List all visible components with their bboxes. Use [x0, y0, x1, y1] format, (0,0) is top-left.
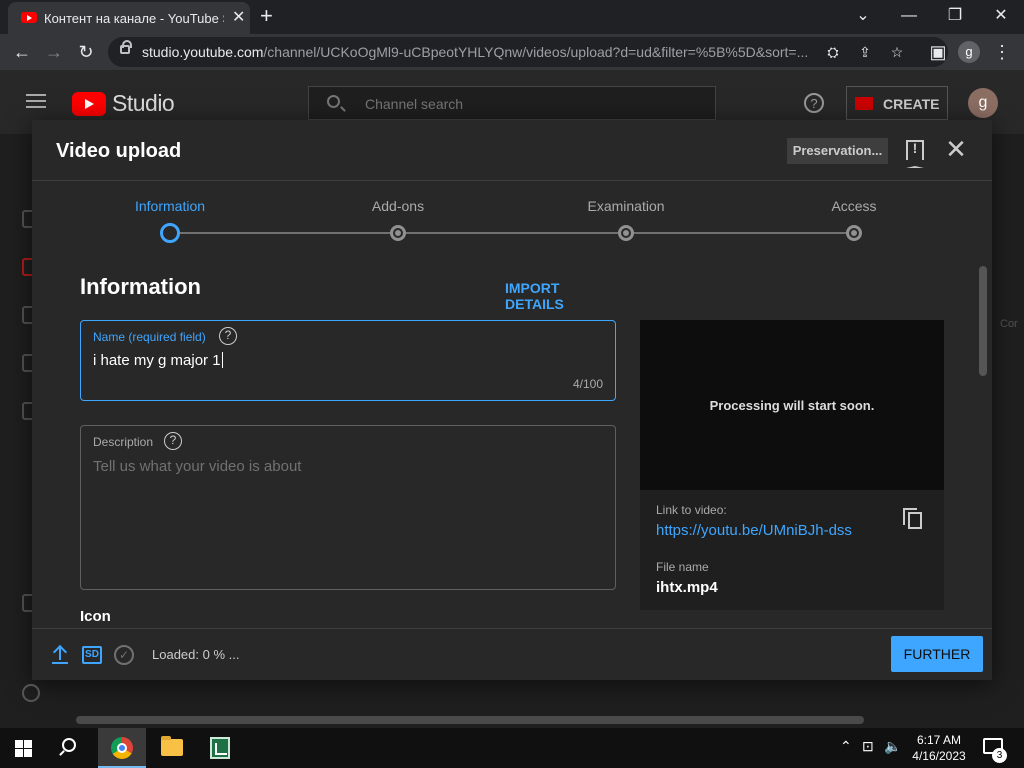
title-char-counter: 4/100	[572, 377, 603, 391]
video-preview-panel: Processing will start soon. Link to vide…	[640, 320, 944, 610]
close-dialog-icon[interactable]: ✕	[944, 136, 968, 164]
chrome-icon	[111, 737, 133, 759]
notification-count: 3	[992, 748, 1007, 763]
translate-icon[interactable]: ⛭	[822, 41, 844, 63]
report-feedback-icon[interactable]	[906, 140, 924, 168]
description-field[interactable]: Description ? Tell us what your video is…	[80, 425, 616, 590]
video-preview: Processing will start soon.	[640, 320, 944, 490]
browser-tab-strip: Контент на канале - YouTube Studio ✕ + ⌄…	[0, 0, 1024, 34]
create-video-icon	[855, 97, 873, 110]
account-avatar[interactable]: g	[968, 88, 998, 118]
video-link[interactable]: https://youtu.be/UMniBJh-dss	[656, 522, 852, 539]
text-caret	[221, 352, 223, 368]
folder-icon	[161, 736, 183, 756]
back-arrow-icon[interactable]: ←	[10, 40, 34, 64]
bookmark-star-icon[interactable]: ☆	[886, 41, 908, 63]
sidebar-feedback-icon[interactable]	[22, 684, 40, 702]
windows-start-icon[interactable]	[15, 740, 32, 757]
sd-quality-icon: SD	[82, 646, 102, 664]
step-examination-label[interactable]: Examination	[587, 198, 664, 214]
stepper-line	[170, 232, 854, 234]
upload-base-icon	[52, 662, 68, 664]
minimize-icon[interactable]: —	[886, 4, 932, 30]
step-addons-dot[interactable]	[390, 225, 406, 241]
file-name-label: File name	[656, 560, 709, 574]
thumbnail-section-heading: Icon	[80, 608, 111, 625]
tab-title: Контент на канале - YouTube Studio	[44, 11, 224, 26]
create-button[interactable]: CREATE	[846, 86, 948, 120]
channel-search-input[interactable]: Channel search	[308, 86, 716, 120]
title-field-label: Name (required field)	[93, 330, 206, 344]
volume-icon[interactable]: 🔈	[884, 738, 901, 755]
search-placeholder: Channel search	[365, 96, 464, 112]
hamburger-menu-icon[interactable]	[26, 94, 46, 108]
share-icon[interactable]: ⇪	[854, 41, 876, 63]
url-text: studio.youtube.com/channel/UCKoOgMl9-uCB…	[142, 44, 809, 60]
title-field-value[interactable]: i hate my g major 1	[93, 352, 223, 369]
horizontal-scrollbar[interactable]	[76, 716, 864, 724]
spreadsheet-icon	[210, 737, 230, 759]
step-access-label[interactable]: Access	[831, 198, 876, 214]
step-addons-label[interactable]: Add-ons	[372, 198, 424, 214]
address-bar[interactable]: studio.youtube.com/channel/UCKoOgMl9-uCB…	[108, 37, 948, 67]
help-icon[interactable]: ?	[804, 93, 824, 113]
upload-stepper: Information Add-ons Examination Access	[32, 182, 992, 258]
upload-progress-text: Loaded: 0 % ...	[152, 647, 240, 662]
file-name-value: ihtx.mp4	[656, 579, 718, 596]
taskbar-search-icon[interactable]	[62, 738, 76, 752]
tab-close-icon[interactable]: ✕	[232, 10, 245, 26]
title-help-icon[interactable]: ?	[219, 327, 237, 345]
step-information-label[interactable]: Information	[135, 198, 205, 214]
side-panel-icon[interactable]: ▣	[926, 40, 950, 64]
checks-complete-icon: ✓	[114, 645, 134, 665]
youtube-favicon-icon	[21, 12, 37, 23]
description-field-label: Description	[93, 435, 154, 449]
description-placeholder: Tell us what your video is about	[93, 458, 302, 475]
window-close-icon[interactable]: ✕	[978, 4, 1024, 30]
dialog-header: Video upload Preservation... ✕	[32, 120, 992, 181]
new-tab-icon[interactable]: +	[260, 5, 273, 27]
tray-chevron-icon[interactable]: ⌃	[840, 738, 852, 755]
lock-icon	[120, 40, 132, 54]
search-icon	[327, 95, 340, 108]
forward-arrow-icon[interactable]: →	[42, 40, 66, 64]
taskbar-file-explorer[interactable]	[148, 728, 196, 768]
description-help-icon[interactable]: ?	[164, 432, 182, 450]
title-field[interactable]: Name (required field) ? i hate my g majo…	[80, 320, 616, 401]
studio-logo-text: Studio	[112, 90, 175, 116]
video-upload-dialog: Video upload Preservation... ✕ Informati…	[32, 120, 992, 680]
dialog-title: Video upload	[56, 140, 182, 162]
video-link-label: Link to video:	[656, 503, 727, 517]
taskbar-spreadsheet-app[interactable]	[196, 728, 244, 768]
step-information-dot[interactable]	[160, 223, 180, 243]
background-column-text: Cor	[1000, 318, 1018, 330]
browser-toolbar: ← → ↻ studio.youtube.com/channel/UCKoOgM…	[0, 34, 1024, 70]
save-draft-button[interactable]: Preservation...	[787, 138, 888, 164]
browser-menu-icon[interactable]: ⋮	[990, 40, 1014, 64]
next-button[interactable]: FURTHER	[891, 636, 983, 672]
details-form: Information IMPORT DETAILS Name (require…	[80, 270, 620, 690]
studio-page: Studio Channel search ? CREATE g Cor Vid…	[0, 70, 1024, 728]
step-access-dot[interactable]	[846, 225, 862, 241]
reload-icon[interactable]: ↻	[74, 40, 98, 64]
taskbar-chrome[interactable]	[98, 728, 146, 768]
processing-status: Processing will start soon.	[709, 398, 875, 413]
step-examination-dot[interactable]	[618, 225, 634, 241]
dialog-scrollbar[interactable]	[979, 266, 987, 376]
browser-profile-avatar[interactable]: g	[958, 41, 980, 63]
import-details-button[interactable]: IMPORT DETAILS	[505, 280, 620, 312]
dialog-footer: SD ✓ Loaded: 0 % ... FURTHER	[32, 628, 992, 680]
system-clock[interactable]: 6:17 AM 4/16/2023	[904, 732, 974, 764]
section-title: Information	[80, 274, 201, 299]
copy-link-icon[interactable]	[903, 508, 922, 529]
clock-date: 4/16/2023	[912, 749, 966, 763]
windows-taskbar: ⌃ ⊡ 🔈 6:17 AM 4/16/2023 3	[0, 728, 1024, 768]
restore-icon[interactable]: ❐	[932, 4, 978, 30]
youtube-logo-icon[interactable]	[72, 92, 106, 116]
browser-tab[interactable]: Контент на канале - YouTube Studio ✕	[8, 2, 250, 34]
network-icon[interactable]: ⊡	[862, 738, 874, 755]
tab-search-chevron-icon[interactable]: ⌄	[840, 4, 886, 30]
clock-time: 6:17 AM	[916, 733, 962, 747]
